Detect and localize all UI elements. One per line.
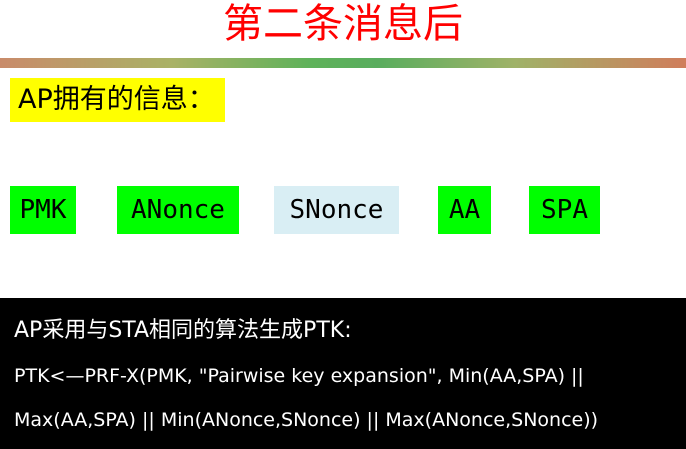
ptk-formula-line-1: PTK<—PRF-X(PMK, "Pairwise key expansion"…: [14, 365, 584, 387]
ptk-info-box: AP采用与STA相同的算法生成PTK: PTK<—PRF-X(PMK, "Pai…: [0, 298, 686, 449]
item-spa: SPA: [529, 186, 600, 234]
ap-info-label: AP拥有的信息：: [10, 78, 225, 122]
ptk-heading: AP采用与STA相同的算法生成PTK:: [14, 318, 352, 343]
ptk-formula-line-2: Max(AA,SPA) || Min(ANonce,SNonce) || Max…: [14, 409, 599, 431]
slide: 第二条消息后 AP拥有的信息： PMK ANonce SNonce AA SPA…: [0, 0, 686, 449]
item-aa: AA: [438, 186, 491, 234]
item-pmk: PMK: [10, 186, 76, 234]
title-divider: [0, 58, 686, 68]
item-snonce: SNonce: [274, 186, 399, 234]
slide-title: 第二条消息后: [223, 1, 463, 47]
item-anonce: ANonce: [117, 186, 239, 234]
